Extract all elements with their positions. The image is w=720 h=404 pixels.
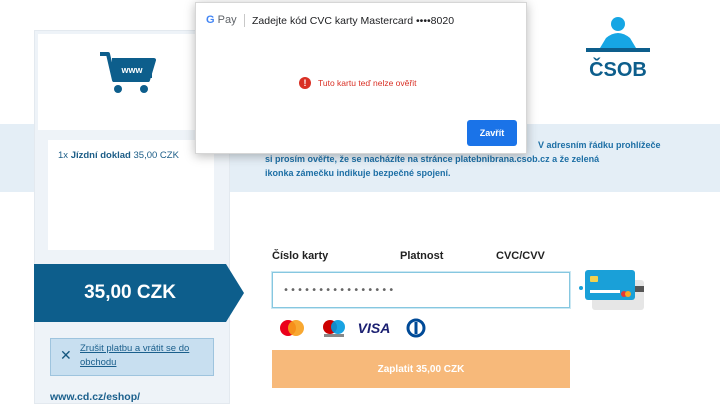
merchant-logo-text: www: [120, 65, 143, 75]
error-icon: !: [299, 77, 311, 89]
maestro-icon: [323, 320, 345, 337]
google-pay-logo: G Pay: [206, 14, 237, 26]
google-g-icon: G: [206, 14, 215, 26]
diners-club-icon: [406, 318, 426, 338]
csob-logo: ČSOB: [586, 17, 650, 80]
bank-name: ČSOB: [589, 57, 647, 80]
google-pay-logo-text: Pay: [217, 14, 237, 26]
total-amount: 35,00 CZK: [84, 282, 176, 303]
order-item-name: Jízdní doklad: [70, 150, 131, 161]
close-icon: ✕: [60, 348, 72, 364]
payment-gateway-page: www 1x Jízdní doklad 35,00 CZK 35,00 CZK…: [0, 0, 720, 404]
cvc-label: CVC/CVV: [496, 250, 545, 262]
order-line: 1x Jízdní doklad 35,00 CZK: [58, 150, 179, 161]
card-cvc-illustration-icon: [579, 270, 644, 310]
eshop-link[interactable]: www.cd.cz/eshop/: [50, 391, 140, 403]
pay-button[interactable]: Zaplatit 35,00 CZK: [272, 350, 570, 388]
card-number-input[interactable]: [273, 273, 569, 307]
google-pay-dialog: G Pay Zadejte kód CVC karty Mastercard •…: [195, 2, 527, 154]
card-number-label: Číslo karty: [272, 250, 329, 262]
order-quantity: 1x: [58, 150, 69, 161]
error-message: Tuto kartu teď nelze ověřit: [318, 78, 417, 88]
expiry-label: Platnost: [400, 250, 444, 262]
security-notice-line2: si prosím ověřte, že se nacházíte na str…: [265, 154, 600, 164]
dialog-title: Zadejte kód CVC karty Mastercard ••••802…: [252, 15, 455, 27]
visa-text: VISA: [358, 320, 391, 336]
card-number-field[interactable]: [272, 272, 570, 308]
visa-icon: VISA: [358, 320, 391, 336]
close-dialog-button[interactable]: Zavřít: [467, 120, 517, 146]
header-divider: [244, 14, 245, 27]
order-item-price: 35,00 CZK: [133, 150, 179, 161]
security-notice-line3: ikonka zámečku indikuje bezpečné spojení…: [265, 168, 451, 178]
mastercard-icon: [280, 320, 304, 336]
cancel-payment-link[interactable]: Zrušit platbu a vrátit se do obchodu: [80, 342, 210, 370]
shopping-cart-icon: www: [100, 52, 156, 93]
